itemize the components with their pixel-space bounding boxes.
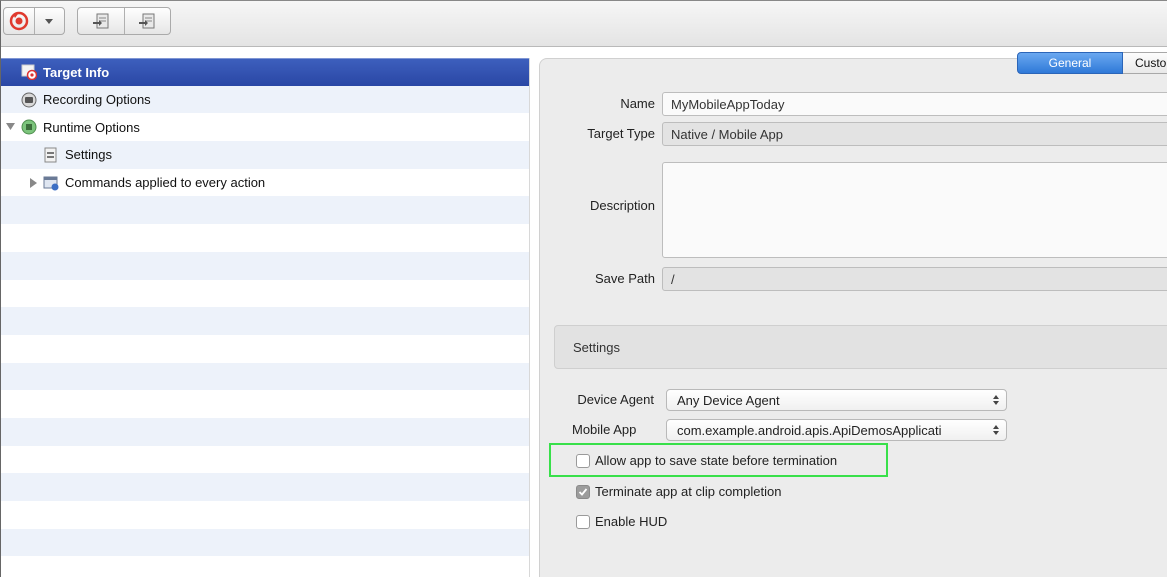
- disclosure-collapsed-icon[interactable]: [29, 177, 38, 188]
- enable-hud-checkbox[interactable]: [576, 514, 590, 529]
- import-icon: [92, 13, 109, 29]
- tree-stripe-row: [1, 473, 529, 501]
- terminate-app-checkbox[interactable]: [576, 484, 590, 499]
- outline-tree: Target Info Recording Options Runtime Op…: [1, 58, 530, 577]
- toolbar: [1, 1, 1167, 47]
- tree-stripe-row: [1, 445, 529, 474]
- tree-stripe-row: [1, 528, 529, 557]
- tree-item-runtime-options[interactable]: Runtime Options: [1, 113, 529, 141]
- app-window: Target Info Recording Options Runtime Op…: [0, 0, 1167, 577]
- save-path-label: Save Path: [595, 271, 655, 286]
- import-button[interactable]: [78, 8, 124, 34]
- recording-icon: [21, 92, 37, 108]
- settings-section-header[interactable]: Settings: [554, 325, 1167, 369]
- enable-hud-label: Enable HUD: [595, 514, 668, 529]
- tree-stripe-row: [1, 307, 529, 335]
- save-path-field: /: [662, 267, 1167, 291]
- record-button[interactable]: [4, 8, 34, 34]
- import-export-group: [77, 7, 171, 35]
- disclosure-expanded-icon[interactable]: [6, 122, 15, 131]
- tree-stripe-row: [1, 279, 529, 308]
- tree-stripe-row: [1, 196, 529, 225]
- record-icon: [9, 11, 28, 31]
- mobile-app-label: Mobile App: [572, 422, 637, 437]
- tree-stripe-row: [1, 556, 529, 577]
- export-icon: [139, 13, 155, 29]
- tree-stripe-row: [1, 334, 529, 363]
- enable-hud-checkbox-row[interactable]: Enable HUD: [576, 514, 667, 529]
- tree-stripe-row: [1, 390, 529, 418]
- commands-icon: [43, 176, 59, 191]
- tree-item-label: Runtime Options: [43, 119, 140, 135]
- device-agent-value: Any Device Agent: [677, 392, 780, 408]
- name-field[interactable]: MyMobileAppToday: [662, 92, 1167, 116]
- description-field[interactable]: [662, 162, 1167, 258]
- record-menu-button[interactable]: [35, 8, 65, 34]
- tree-item-label: Recording Options: [43, 92, 151, 108]
- name-label: Name: [620, 96, 655, 111]
- tree-stripe-row: [1, 501, 529, 529]
- terminate-app-label: Terminate app at clip completion: [595, 484, 782, 499]
- target-type-field: Native / Mobile App: [662, 122, 1167, 146]
- chevron-down-icon: [45, 19, 54, 24]
- record-button-group: [3, 7, 65, 35]
- device-agent-popup[interactable]: Any Device Agent: [666, 389, 1007, 411]
- tree-stripe-row: [1, 251, 529, 280]
- tree-item-recording-options[interactable]: Recording Options: [1, 86, 529, 114]
- tree-stripe-row: [1, 417, 529, 446]
- tree-item-label: Commands applied to every action: [65, 175, 266, 191]
- checkmark-icon: [578, 487, 588, 496]
- tab-general[interactable]: General: [1017, 52, 1123, 74]
- export-button[interactable]: [124, 8, 170, 34]
- mobile-app-popup[interactable]: com.example.android.apis.ApiDemosApplica…: [666, 419, 1007, 441]
- tab-bar: General Custo: [1017, 52, 1167, 74]
- target-type-label: Target Type: [587, 126, 655, 141]
- tree-item-settings[interactable]: Settings: [1, 141, 529, 169]
- description-label: Description: [589, 198, 655, 213]
- tree-item-label: Settings: [65, 147, 112, 163]
- popup-arrows-icon: [993, 395, 999, 405]
- tab-custom[interactable]: Custo: [1123, 52, 1167, 74]
- tree-stripe-row: [1, 224, 529, 252]
- runtime-icon: [21, 119, 37, 135]
- tree-stripe-row: [1, 362, 529, 391]
- mobile-app-value: com.example.android.apis.ApiDemosApplica…: [677, 422, 942, 438]
- tree-item-commands[interactable]: Commands applied to every action: [1, 169, 529, 197]
- detail-panel: General Custo Name MyMobileAppToday Targ…: [539, 52, 1167, 577]
- terminate-app-checkbox-row[interactable]: Terminate app at clip completion: [576, 484, 781, 499]
- device-agent-label: Device Agent: [577, 392, 654, 407]
- popup-arrows-icon: [993, 425, 999, 435]
- target-icon: [21, 64, 37, 81]
- tree-items: Target Info Recording Options Runtime Op…: [1, 58, 529, 197]
- tree-item-target-info[interactable]: Target Info: [1, 58, 529, 86]
- highlight-box: [549, 443, 888, 477]
- tree-item-label: Target Info: [43, 64, 110, 80]
- settings-icon: [44, 147, 57, 163]
